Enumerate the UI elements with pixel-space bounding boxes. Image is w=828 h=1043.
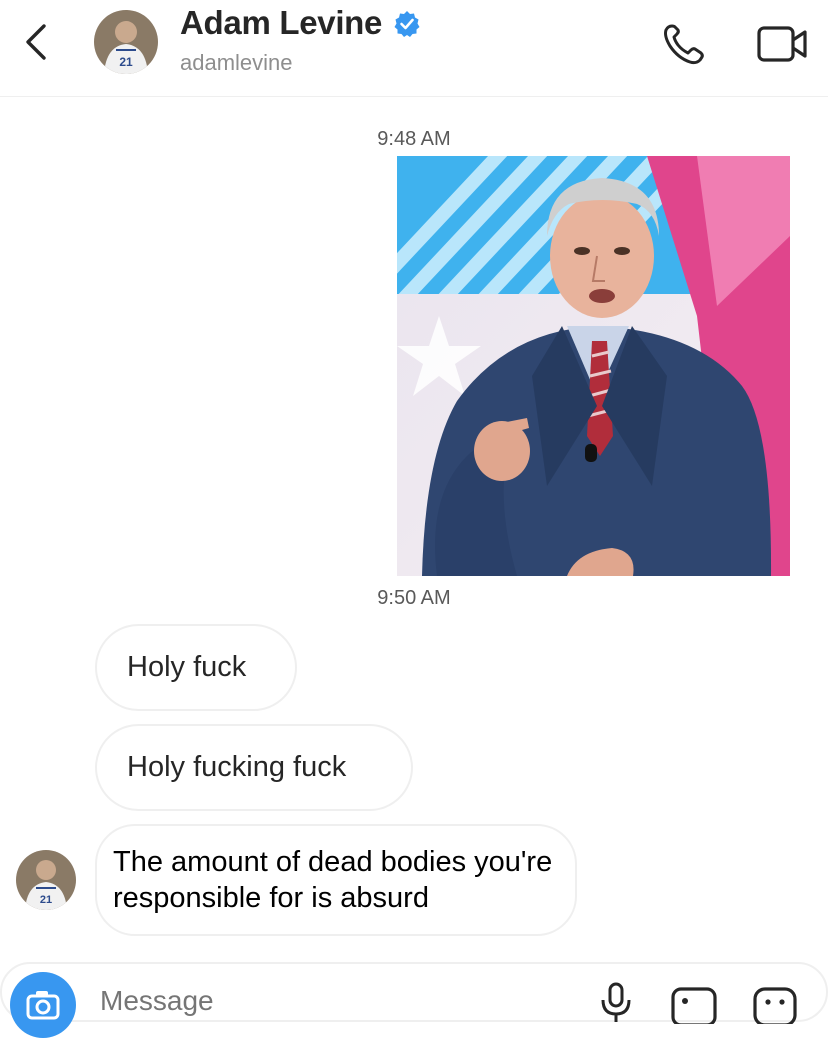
chat-header: 21 Adam Levine adamlevine xyxy=(0,0,828,97)
message-input[interactable] xyxy=(98,984,522,1018)
back-chevron-icon[interactable] xyxy=(22,22,52,62)
video-camera-icon[interactable] xyxy=(755,20,811,68)
gallery-icon[interactable] xyxy=(670,984,720,1027)
svg-text:21: 21 xyxy=(119,55,133,69)
svg-text:21: 21 xyxy=(40,894,52,906)
microphone-icon[interactable] xyxy=(596,982,636,1022)
camera-icon[interactable] xyxy=(10,972,76,1038)
message-bubble[interactable]: The amount of dead bodies you're respons… xyxy=(95,824,577,936)
verified-badge-icon xyxy=(393,10,421,38)
sent-photo[interactable] xyxy=(397,156,790,576)
avatar[interactable]: 21 xyxy=(94,10,158,74)
message-composer xyxy=(0,962,828,1038)
message-bubble[interactable]: Holy fuck xyxy=(95,624,297,711)
timestamp: 9:48 AM xyxy=(377,128,451,150)
contact-handle: adamlevine xyxy=(180,50,293,75)
contact-name[interactable]: Adam Levine xyxy=(180,4,382,42)
message-bubble[interactable]: Holy fucking fuck xyxy=(95,724,413,811)
phone-icon[interactable] xyxy=(660,20,708,68)
avatar[interactable]: 21 xyxy=(16,850,76,910)
sticker-icon[interactable] xyxy=(750,984,800,1027)
timestamp: 9:50 AM xyxy=(377,587,451,609)
